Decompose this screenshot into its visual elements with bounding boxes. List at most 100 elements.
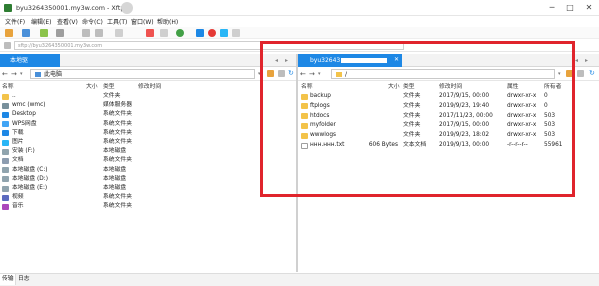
drive-icon (2, 167, 9, 174)
local-forward-icon[interactable]: → (11, 70, 17, 78)
paste-icon[interactable] (95, 29, 103, 37)
tab-transfers[interactable]: 传输 (0, 274, 16, 285)
menu-edit[interactable]: 编辑(E) (31, 17, 51, 26)
tab-local[interactable]: 本地驱 (0, 54, 60, 67)
video-icon (2, 194, 9, 201)
maximize-button[interactable]: □ (563, 2, 577, 14)
local-list-item[interactable]: 音乐 系统文件夹 (0, 202, 296, 211)
local-list-item[interactable]: WPS网盘 系统文件夹 (0, 120, 296, 129)
menu-view[interactable]: 查看(V) (57, 17, 78, 26)
picture-icon (2, 139, 9, 146)
drive-icon (2, 185, 9, 192)
tab-log[interactable]: 日志 (18, 274, 30, 285)
copy-icon[interactable] (82, 29, 90, 37)
menu-help[interactable]: 帮助(H) (157, 17, 178, 26)
address-folder-icon (4, 42, 11, 49)
help-icon[interactable] (220, 29, 228, 37)
local-cell-name: 图片 (12, 139, 24, 145)
xftp-logo-icon (4, 4, 12, 12)
close-button[interactable]: ✕ (582, 2, 596, 14)
local-cell-type: 本地磁盘 (103, 175, 127, 182)
local-cell-name: 安装 (F:) (12, 148, 35, 155)
stop-icon[interactable] (146, 29, 154, 37)
title-bar: byu3264350001.my3w.com - Xftp ─ □ ✕ (0, 0, 599, 16)
local-list-item[interactable]: 本地磁盘 (E:) 本地磁盘 (0, 184, 296, 193)
local-header-modified[interactable]: 修改时间 (138, 82, 161, 92)
highlight-box (260, 41, 575, 197)
pc-icon (35, 72, 41, 77)
local-cell-name: WPS网盘 (12, 120, 37, 127)
document-icon (2, 157, 9, 164)
menu-file[interactable]: 文件(F) (5, 17, 25, 26)
new-session-icon[interactable] (5, 29, 13, 37)
menu-tools[interactable]: 工具(T) (107, 17, 127, 26)
local-header-size[interactable]: 大小 (86, 82, 98, 92)
local-cell-name: 文档 (12, 157, 24, 164)
local-cell-type: 文件夹 (103, 93, 121, 99)
window-title: byu3264350001.my3w.com - Xftp (16, 4, 125, 12)
title-indicator (121, 2, 133, 14)
cloud-icon (2, 121, 9, 128)
local-cell-type: 本地磁盘 (103, 166, 127, 173)
minimize-button[interactable]: ─ (545, 2, 559, 14)
local-list-item[interactable]: 安装 (F:) 本地磁盘 (0, 147, 296, 156)
local-list-item[interactable]: 本地磁盘 (D:) 本地磁盘 (0, 175, 296, 184)
local-list-item[interactable]: 本地磁盘 (C:) 本地磁盘 (0, 166, 296, 175)
local-cell-type: 媒体服务器 (103, 102, 132, 109)
terminal-icon[interactable] (196, 29, 204, 37)
transfer-icon[interactable] (176, 29, 184, 37)
disconnect-icon[interactable] (56, 29, 64, 37)
local-list-item[interactable]: 图片 系统文件夹 (0, 138, 296, 147)
local-path-text: 此电脑 (44, 71, 63, 78)
local-cell-name: 音乐 (12, 203, 24, 210)
local-list-item[interactable]: wmc (wmc) 媒体服务器 (0, 101, 296, 110)
local-cell-name: 本地磁盘 (E:) (12, 185, 48, 191)
remote-tab-prev-icon[interactable]: ◂ (575, 57, 578, 64)
local-cell-type: 系统文件夹 (103, 120, 132, 127)
music-icon (2, 203, 9, 210)
local-cell-type: 系统文件夹 (103, 203, 132, 210)
properties-icon[interactable] (160, 29, 168, 37)
desktop-icon (2, 111, 9, 118)
local-list-item[interactable]: 下载 系统文件夹 (0, 129, 296, 138)
local-cell-name: 视频 (12, 194, 24, 201)
menu-command[interactable]: 命令(C) (82, 17, 103, 26)
local-back-icon[interactable]: ← (2, 70, 8, 78)
remote-refresh-icon[interactable]: ↻ (589, 69, 595, 77)
download-icon (2, 130, 9, 137)
options-icon[interactable] (232, 29, 240, 37)
xshell-icon[interactable] (208, 29, 216, 37)
drive-icon (2, 148, 9, 155)
reconnect-icon[interactable] (40, 29, 48, 37)
local-cell-type: 本地磁盘 (103, 148, 127, 155)
local-header-name[interactable]: 名称 (2, 82, 14, 92)
local-list-item[interactable]: 视频 系统文件夹 (0, 193, 296, 202)
open-folder-icon[interactable] (22, 29, 30, 37)
local-list-item[interactable]: Desktop 系统文件夹 (0, 110, 296, 119)
local-list-item[interactable]: 文档 系统文件夹 (0, 156, 296, 165)
drive-icon (2, 176, 9, 183)
local-list-item[interactable]: .. 文件夹 (0, 92, 296, 101)
local-path-input[interactable]: 此电脑 (30, 69, 255, 79)
local-cell-name: 下载 (12, 129, 24, 136)
bottom-tab-bar (0, 273, 599, 286)
local-cell-type: 系统文件夹 (103, 194, 132, 201)
local-cell-name: 本地磁盘 (C:) (12, 166, 48, 173)
folder-icon (2, 93, 9, 100)
local-cell-name: Desktop (12, 111, 36, 118)
local-header-type[interactable]: 类型 (103, 82, 115, 92)
local-cell-type: 系统文件夹 (103, 157, 132, 164)
refresh-icon[interactable] (115, 29, 123, 37)
local-cell-type: 系统文件夹 (103, 111, 132, 118)
menu-window[interactable]: 窗口(W) (131, 17, 154, 26)
local-cell-name: 本地磁盘 (D:) (12, 175, 48, 182)
network-icon (2, 102, 9, 109)
local-history-icon[interactable]: ▾ (20, 71, 23, 77)
local-cell-type: 系统文件夹 (103, 139, 132, 145)
remote-tab-next-icon[interactable]: ▸ (585, 57, 588, 64)
local-cell-type: 系统文件夹 (103, 129, 132, 136)
local-cell-type: 本地磁盘 (103, 185, 127, 191)
local-cell-name: .. (12, 93, 16, 99)
remote-view-icon[interactable] (577, 70, 584, 77)
local-cell-name: wmc (wmc) (12, 102, 46, 109)
